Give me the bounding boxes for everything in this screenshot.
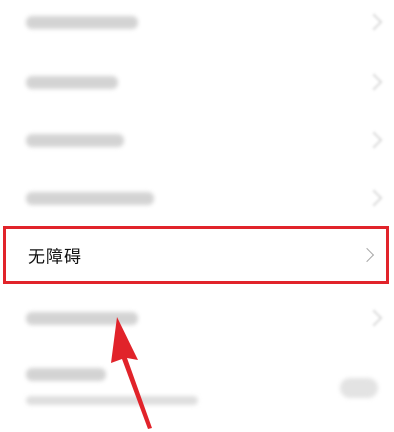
- blurred-label: [26, 368, 106, 381]
- blurred-label: [26, 192, 154, 205]
- toggle-switch[interactable]: [340, 378, 378, 398]
- blurred-label: [26, 16, 138, 29]
- accessibility-label: 无障碍: [28, 247, 82, 268]
- settings-row-blurred-2[interactable]: [0, 54, 394, 111]
- blurred-label: [26, 134, 124, 147]
- settings-row-accessibility[interactable]: 无障碍: [3, 226, 389, 284]
- settings-row-blurred-6[interactable]: [0, 290, 394, 347]
- chevron-right-icon: [365, 13, 383, 31]
- settings-row-blurred-3[interactable]: [0, 112, 394, 169]
- chevron-right-icon: [359, 247, 375, 263]
- chevron-right-icon: [365, 309, 383, 327]
- blurred-label: [26, 312, 138, 325]
- blurred-sublabel: [26, 396, 198, 405]
- settings-row-blurred-1[interactable]: [0, 0, 394, 51]
- settings-row-blurred-4[interactable]: [0, 170, 394, 227]
- settings-list: 无障碍: [0, 0, 394, 432]
- chevron-right-icon: [365, 189, 383, 207]
- settings-row-blurred-7[interactable]: [0, 352, 394, 422]
- blurred-label: [26, 76, 118, 89]
- chevron-right-icon: [365, 73, 383, 91]
- chevron-right-icon: [365, 131, 383, 149]
